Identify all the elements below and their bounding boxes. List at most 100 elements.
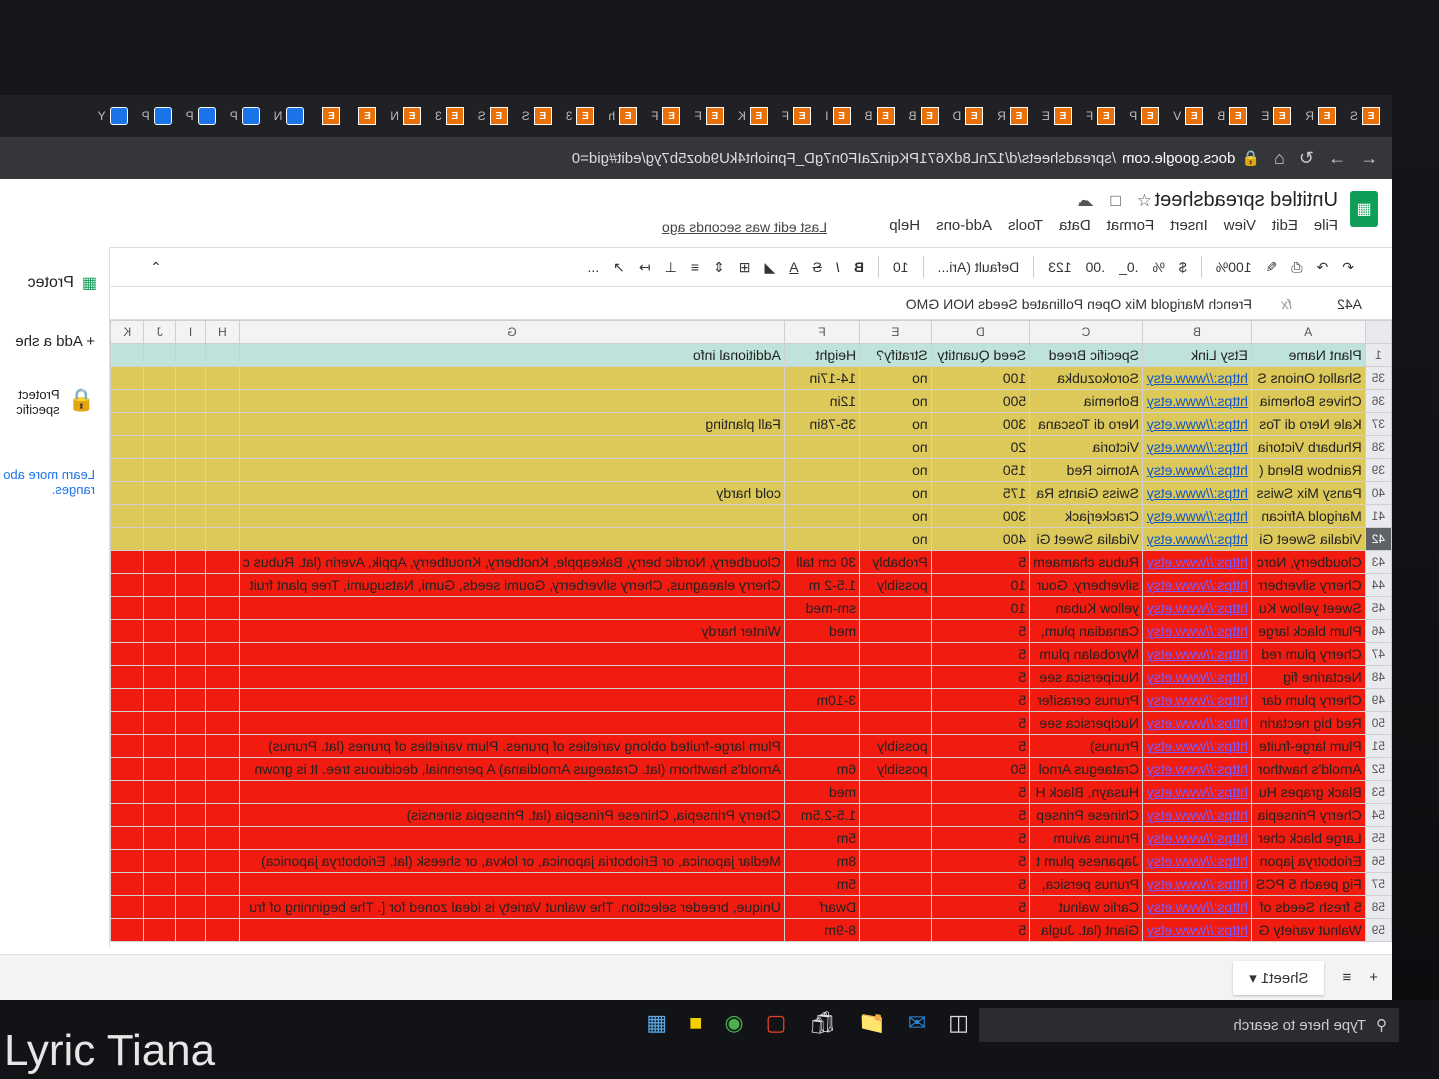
cell[interactable]: Sweet yellow Ku: [1251, 596, 1366, 620]
cell[interactable]: [239, 872, 785, 896]
cell[interactable]: [144, 412, 176, 436]
add-sheet-range-button[interactable]: + Add a she: [15, 333, 95, 350]
font-size-select[interactable]: 10: [893, 259, 909, 275]
last-edit-link[interactable]: Last edit was seconds ago: [662, 219, 827, 235]
cell[interactable]: 10: [931, 596, 1030, 620]
all-sheets-icon[interactable]: ≡: [1342, 969, 1351, 986]
browser-tab[interactable]: P: [136, 103, 178, 129]
cell[interactable]: 300: [931, 504, 1030, 528]
cell[interactable]: [859, 619, 932, 643]
cell[interactable]: Shallot Onions S: [1251, 366, 1366, 390]
cell[interactable]: [205, 481, 240, 505]
browser-tab[interactable]: E: [348, 103, 382, 129]
browser-tab[interactable]: EV: [1167, 103, 1209, 129]
browser-tab[interactable]: EF: [645, 103, 686, 129]
browser-tab[interactable]: ER: [1299, 103, 1342, 129]
cell[interactable]: [110, 826, 144, 850]
row-header[interactable]: 52: [1365, 757, 1392, 781]
cell[interactable]: [784, 458, 860, 482]
browser-tab[interactable]: Y: [92, 103, 134, 129]
cell[interactable]: [175, 573, 206, 597]
cell[interactable]: [110, 642, 144, 666]
header-cell[interactable]: Height: [784, 343, 860, 367]
cell[interactable]: Rainbow Blend (: [1251, 458, 1366, 482]
cell[interactable]: Canadian plum,: [1029, 619, 1143, 643]
cell[interactable]: Cloudberry, Norc: [1251, 550, 1366, 574]
cell[interactable]: Prunus cerasifer: [1029, 688, 1143, 712]
cell[interactable]: 5: [931, 872, 1030, 896]
cell[interactable]: Eriobotrya japon: [1251, 849, 1366, 873]
cell-link[interactable]: https://www.etsy: [1142, 481, 1252, 505]
cell[interactable]: 6m: [784, 757, 860, 781]
cell-reference[interactable]: A42: [1292, 296, 1392, 312]
cell[interactable]: Kale Nero di Tos: [1251, 412, 1366, 436]
cell-link[interactable]: https://www.etsy: [1142, 550, 1252, 574]
column-header[interactable]: F: [784, 320, 860, 344]
header-cell[interactable]: Stratify?: [859, 343, 932, 367]
cell[interactable]: Chives Bohemia: [1251, 389, 1366, 413]
row-header[interactable]: 51: [1365, 734, 1392, 758]
back-icon[interactable]: ←: [1360, 148, 1378, 169]
cell[interactable]: [144, 918, 176, 942]
sheets-logo-icon[interactable]: ▦: [1350, 191, 1378, 227]
header-cell[interactable]: [144, 343, 176, 367]
cell[interactable]: [175, 803, 206, 827]
cell[interactable]: [205, 803, 240, 827]
zoom-select[interactable]: 100%: [1216, 259, 1252, 275]
row-header[interactable]: 38: [1365, 435, 1392, 459]
cell[interactable]: [239, 389, 785, 413]
row-header[interactable]: 56: [1365, 849, 1392, 873]
cell[interactable]: [239, 642, 785, 666]
cell-link[interactable]: https://www.etsy: [1142, 527, 1252, 551]
cell-link[interactable]: https://www.etsy: [1142, 458, 1252, 482]
cell[interactable]: no: [859, 435, 932, 459]
cell[interactable]: [784, 734, 860, 758]
row-header[interactable]: 55: [1365, 826, 1392, 850]
cell[interactable]: [144, 711, 176, 735]
cell[interactable]: [175, 895, 206, 919]
cell-link[interactable]: https://www.etsy: [1142, 619, 1252, 643]
cell-link[interactable]: https://www.etsy: [1142, 757, 1252, 781]
cell[interactable]: Nucipersica see: [1029, 711, 1143, 735]
cell[interactable]: [175, 642, 206, 666]
menu-addons[interactable]: Add-ons: [936, 217, 992, 234]
cell[interactable]: Plum large-fruited oblong varieties of p…: [239, 734, 785, 758]
cell[interactable]: [205, 826, 240, 850]
cell[interactable]: [205, 504, 240, 528]
menu-data[interactable]: Data: [1059, 217, 1091, 234]
cell[interactable]: 5: [931, 849, 1030, 873]
cell[interactable]: no: [859, 412, 932, 436]
cell[interactable]: [144, 504, 176, 528]
cell[interactable]: 30 cm tall: [784, 550, 860, 574]
cell[interactable]: [175, 458, 206, 482]
cell[interactable]: [144, 849, 176, 873]
cell[interactable]: [859, 872, 932, 896]
menu-format[interactable]: Format: [1107, 217, 1155, 234]
cell[interactable]: [110, 780, 144, 804]
cell[interactable]: no: [859, 504, 932, 528]
cell[interactable]: [110, 412, 144, 436]
undo-icon[interactable]: ↶: [1342, 259, 1354, 276]
cell[interactable]: [144, 872, 176, 896]
doc-title[interactable]: Untitled spreadsheet: [1155, 189, 1338, 212]
taskbar-search[interactable]: ⚲ Type here to search: [979, 1008, 1399, 1042]
paint-format-icon[interactable]: ✎: [1266, 259, 1278, 276]
cell[interactable]: [205, 918, 240, 942]
cell[interactable]: [205, 665, 240, 689]
cell[interactable]: [859, 711, 932, 735]
cell[interactable]: [144, 665, 176, 689]
cell[interactable]: [110, 711, 144, 735]
row-header[interactable]: 59: [1365, 918, 1392, 942]
cell[interactable]: [175, 550, 206, 574]
menu-edit[interactable]: Edit: [1272, 217, 1298, 234]
cell[interactable]: Giant (lat. Jugla: [1029, 918, 1143, 942]
learn-more-link[interactable]: Learn more abo ranges.: [0, 467, 95, 497]
row-header[interactable]: 54: [1365, 803, 1392, 827]
currency-button[interactable]: $: [1179, 259, 1187, 275]
decrease-decimal-button[interactable]: .0_: [1119, 259, 1138, 275]
cell[interactable]: [144, 596, 176, 620]
cell[interactable]: [110, 918, 144, 942]
column-header[interactable]: H: [205, 320, 240, 344]
cell[interactable]: [110, 895, 144, 919]
cell[interactable]: Chinese Prinsep: [1029, 803, 1143, 827]
